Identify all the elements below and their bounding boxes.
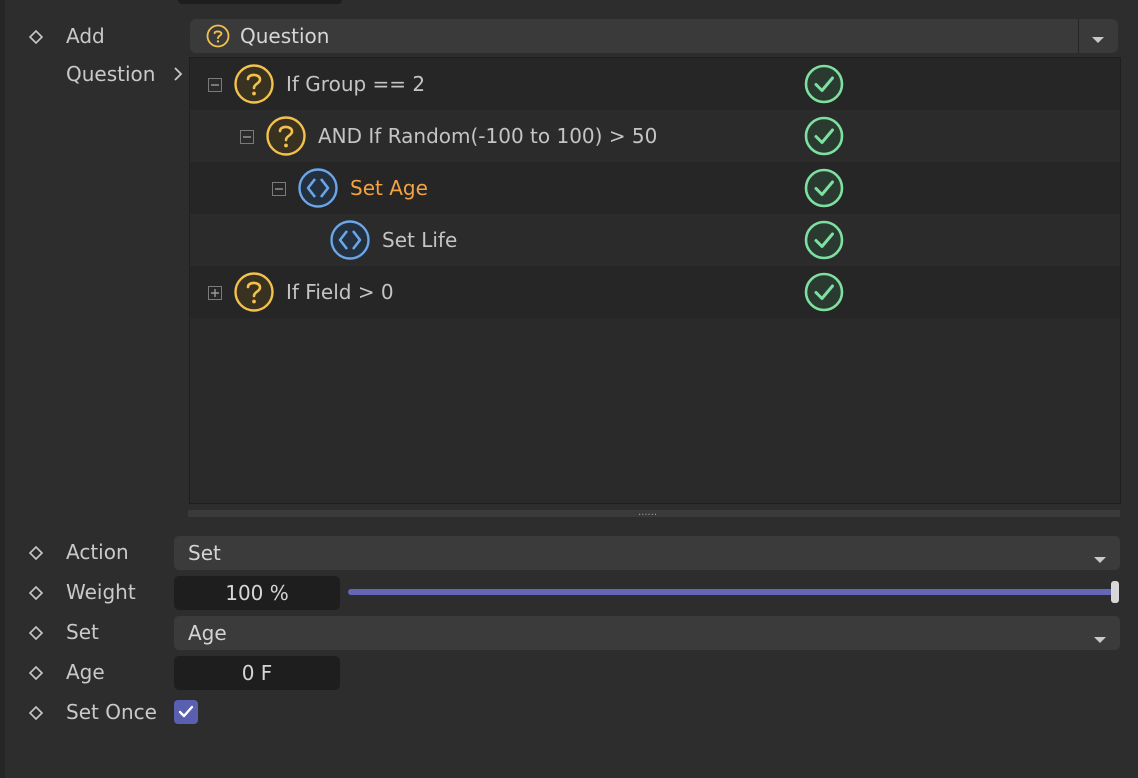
check-circle-icon[interactable] — [804, 116, 844, 156]
weight-slider-handle[interactable] — [1111, 581, 1119, 603]
set-label: Set — [66, 620, 99, 644]
collapse-icon[interactable] — [272, 181, 286, 196]
action-dropdown[interactable]: Set — [174, 536, 1120, 570]
keyframe-diamond-icon[interactable] — [29, 546, 43, 560]
check-circle-icon[interactable] — [804, 64, 844, 104]
add-select-divider — [1078, 19, 1079, 53]
tree-row[interactable]: If Group == 2 — [190, 58, 1120, 110]
keyframe-diamond-icon[interactable] — [29, 626, 43, 640]
check-circle-icon[interactable] — [804, 168, 844, 208]
action-icon — [330, 220, 370, 260]
set-once-label: Set Once — [66, 700, 157, 724]
expand-icon[interactable] — [208, 285, 222, 300]
chevron-down-icon — [1092, 550, 1108, 563]
tree-row-label: AND If Random(-100 to 100) > 50 — [318, 124, 658, 148]
add-label: Add — [66, 24, 105, 48]
collapse-icon[interactable] — [240, 129, 254, 144]
question-tree[interactable]: If Group == 2 AND If Random(-100 to 100)… — [189, 57, 1121, 504]
tree-row[interactable]: Set Age — [190, 162, 1120, 214]
weight-label: Weight — [66, 580, 136, 604]
age-row: Age — [0, 654, 1138, 690]
keyframe-diamond-icon[interactable] — [29, 586, 43, 600]
collapse-icon[interactable] — [208, 77, 222, 92]
tree-row-label: Set Age — [350, 176, 428, 200]
set-dropdown[interactable]: Age — [174, 616, 1120, 650]
set-once-row: Set Once — [0, 694, 1138, 730]
age-label: Age — [66, 660, 105, 684]
chevron-right-icon[interactable] — [170, 64, 186, 84]
chevron-down-icon[interactable] — [1088, 31, 1108, 43]
keyframe-diamond-icon[interactable] — [29, 706, 43, 720]
check-circle-icon[interactable] — [804, 220, 844, 260]
tree-row-label: If Group == 2 — [286, 72, 426, 96]
set-once-checkbox[interactable] — [174, 700, 198, 724]
splitter-grip-icon: ...... — [638, 507, 658, 518]
question-icon — [234, 272, 274, 312]
check-circle-icon[interactable] — [804, 272, 844, 312]
add-select-value: Question — [240, 24, 330, 48]
keyframe-diamond-icon[interactable] — [29, 666, 43, 680]
tree-row[interactable]: AND If Random(-100 to 100) > 50 — [190, 110, 1120, 162]
action-icon — [298, 168, 338, 208]
tree-row[interactable]: If Field > 0 — [190, 266, 1120, 318]
checkmark-icon — [178, 705, 194, 718]
weight-field[interactable]: 100 % — [174, 576, 340, 610]
question-label: Question — [66, 62, 156, 86]
action-value: Set — [188, 541, 221, 565]
add-select[interactable]: Question — [190, 19, 1118, 53]
question-icon — [234, 64, 274, 104]
top-tab — [178, 0, 342, 4]
tree-row-label: If Field > 0 — [286, 280, 394, 304]
age-field[interactable]: 0 F — [174, 656, 340, 690]
question-icon — [266, 116, 306, 156]
set-value: Age — [188, 621, 227, 645]
tree-row[interactable]: Set Life — [190, 214, 1120, 266]
question-icon — [206, 24, 230, 48]
tree-row-label: Set Life — [382, 228, 458, 252]
weight-slider-track[interactable] — [348, 589, 1116, 595]
action-label: Action — [66, 540, 129, 564]
chevron-down-icon — [1092, 630, 1108, 643]
keyframe-diamond-icon[interactable] — [29, 30, 43, 44]
